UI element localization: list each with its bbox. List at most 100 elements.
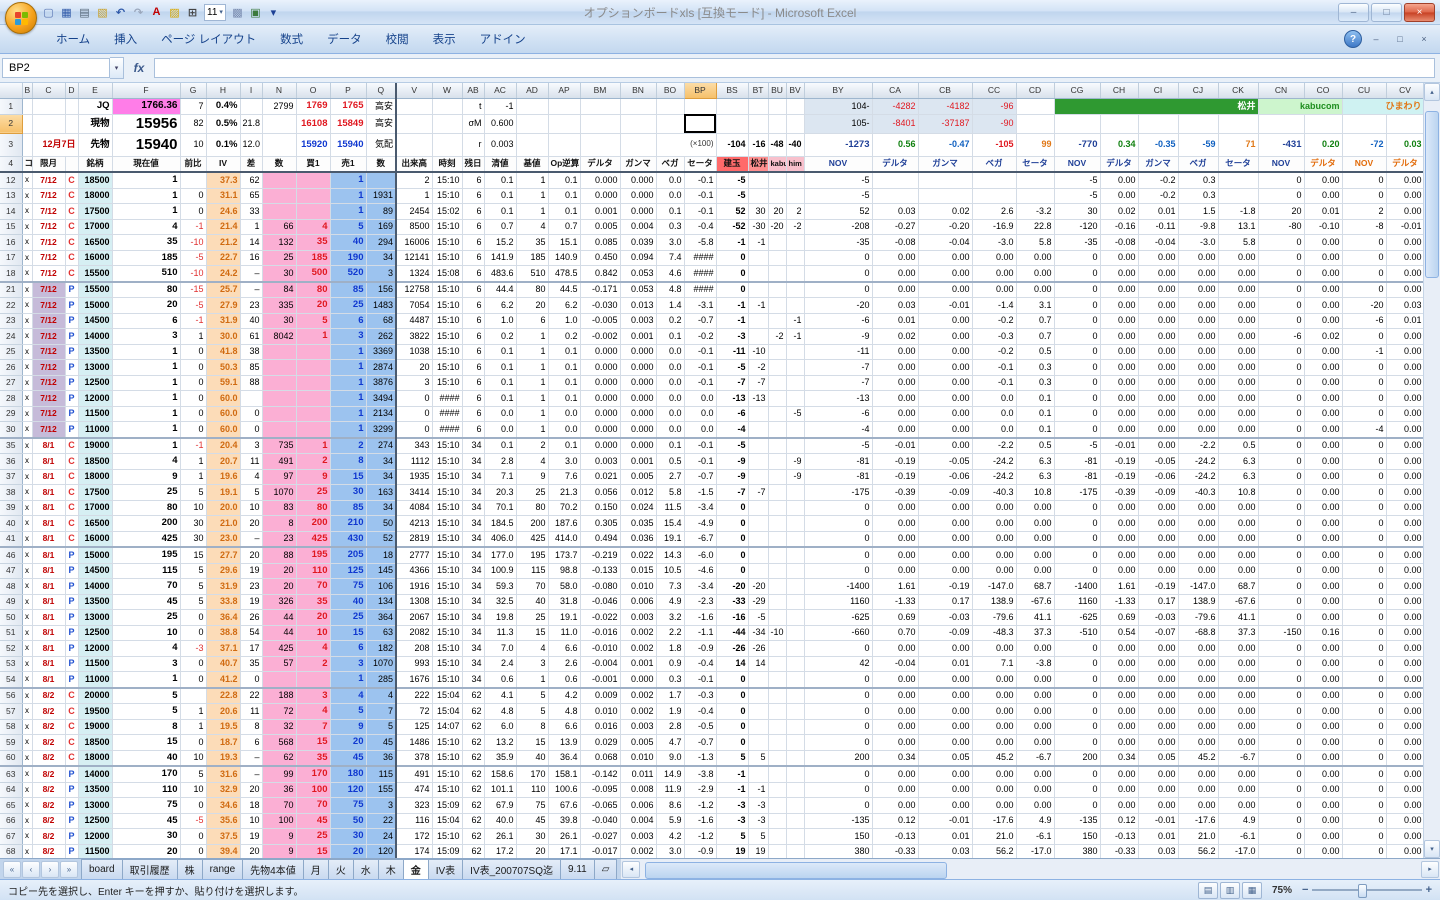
cell-BM36[interactable]: 0.003 bbox=[580, 453, 621, 470]
cell-AP2[interactable] bbox=[548, 114, 581, 134]
cell-BV67[interactable] bbox=[786, 828, 805, 845]
cell-CK65[interactable]: 0.00 bbox=[1218, 797, 1259, 814]
cell-D64[interactable]: P bbox=[65, 782, 79, 798]
cell-B39[interactable]: x bbox=[22, 500, 33, 516]
cell-BP25[interactable]: -0.1 bbox=[684, 344, 717, 360]
cell-B37[interactable]: x bbox=[22, 469, 33, 485]
cell-BV40[interactable] bbox=[786, 515, 805, 532]
cell-AD39[interactable]: 80 bbox=[516, 500, 549, 516]
cell-BN4[interactable]: ガンマ bbox=[620, 156, 657, 173]
cell-AP30[interactable]: 0.0 bbox=[548, 421, 581, 438]
cell-B66[interactable]: x bbox=[22, 813, 33, 829]
cell-CO29[interactable]: 0.00 bbox=[1304, 406, 1343, 422]
cell-CC47[interactable]: 0.00 bbox=[972, 563, 1017, 579]
cell-BP27[interactable]: -0.1 bbox=[684, 375, 717, 391]
ribbon-tab-page-layout[interactable]: ページ レイアウト bbox=[149, 26, 268, 53]
cell-I53[interactable]: 35 bbox=[240, 656, 263, 672]
cell-BO64[interactable]: 11.9 bbox=[656, 782, 685, 798]
cell-N50[interactable]: 44 bbox=[262, 609, 297, 626]
cell-BM38[interactable]: 0.056 bbox=[580, 484, 621, 501]
row-header-52[interactable]: 52 bbox=[0, 640, 23, 657]
col-header-CC[interactable]: CC bbox=[972, 83, 1017, 99]
cell-D58[interactable]: C bbox=[65, 719, 79, 735]
cell-CH63[interactable]: 0.00 bbox=[1100, 765, 1139, 783]
cell-D59[interactable]: C bbox=[65, 734, 79, 751]
cell-AC24[interactable]: 0.2 bbox=[484, 328, 517, 345]
cell-CA39[interactable]: 0.00 bbox=[872, 500, 919, 516]
cell-D28[interactable]: P bbox=[65, 390, 79, 407]
cell-CA25[interactable]: 0.00 bbox=[872, 344, 919, 360]
cell-CU40[interactable]: 0 bbox=[1342, 515, 1387, 532]
cell-D48[interactable]: P bbox=[65, 578, 79, 595]
horizontal-scroll-thumb[interactable] bbox=[645, 861, 948, 879]
cell-AD25[interactable]: 1 bbox=[516, 344, 549, 360]
cell-B15[interactable]: x bbox=[22, 219, 33, 235]
cell-BV13[interactable] bbox=[786, 188, 805, 204]
cell-W36[interactable]: 15:10 bbox=[432, 453, 463, 470]
cell-V13[interactable]: 1 bbox=[396, 188, 433, 204]
cell-CG59[interactable]: 0 bbox=[1054, 734, 1101, 751]
cell-P1[interactable]: 1765 bbox=[330, 98, 367, 115]
cell-BS65[interactable]: -3 bbox=[716, 797, 749, 814]
cell-CJ25[interactable]: 0.00 bbox=[1178, 344, 1219, 360]
cell-CJ17[interactable]: 0.00 bbox=[1178, 250, 1219, 266]
cell-C65[interactable]: 8/2 bbox=[32, 797, 66, 814]
cell-V27[interactable]: 3 bbox=[396, 375, 433, 391]
cell-I67[interactable]: 19 bbox=[240, 828, 263, 845]
cell-BY50[interactable]: -625 bbox=[804, 609, 873, 626]
cell-CK54[interactable]: 0.00 bbox=[1218, 671, 1259, 688]
cell-CV37[interactable]: 0.00 bbox=[1386, 469, 1424, 485]
cell-BS17[interactable]: 0 bbox=[716, 250, 749, 266]
cell-CV26[interactable]: 0.00 bbox=[1386, 359, 1424, 376]
zoom-slider-track[interactable] bbox=[1312, 884, 1422, 898]
cell-CK22[interactable]: 0.00 bbox=[1218, 297, 1259, 314]
cell-CC2[interactable]: -90 bbox=[972, 114, 1017, 134]
col-header-CB[interactable]: CB bbox=[918, 83, 973, 99]
cell-P13[interactable]: 1 bbox=[330, 188, 367, 204]
cell-H66[interactable]: 35.6 bbox=[206, 813, 241, 829]
cell-BP48[interactable]: -3.4 bbox=[684, 578, 717, 595]
cell-W39[interactable]: 15:10 bbox=[432, 500, 463, 516]
cell-CV40[interactable]: 0.00 bbox=[1386, 515, 1424, 532]
cell-P26[interactable]: 1 bbox=[330, 359, 367, 376]
cell-AP46[interactable]: 173.7 bbox=[548, 546, 581, 564]
row-header-47[interactable]: 47 bbox=[0, 563, 23, 579]
cell-CV48[interactable]: 0.00 bbox=[1386, 578, 1424, 595]
cell-C18[interactable]: 7/12 bbox=[32, 265, 66, 282]
cell-P14[interactable]: 1 bbox=[330, 203, 367, 220]
cell-CO12[interactable]: 0.00 bbox=[1304, 172, 1343, 189]
cell-B65[interactable]: x bbox=[22, 797, 33, 814]
cell-AB67[interactable]: 62 bbox=[462, 828, 485, 845]
cell-O25[interactable] bbox=[296, 344, 331, 360]
cell-V16[interactable]: 16006 bbox=[396, 234, 433, 251]
cell-E17[interactable]: 16000 bbox=[78, 250, 113, 266]
cell-N29[interactable] bbox=[262, 406, 297, 422]
cell-CH16[interactable]: -0.08 bbox=[1100, 234, 1139, 251]
cell-G41[interactable]: 30 bbox=[180, 531, 207, 548]
cell-W68[interactable]: 15:09 bbox=[432, 844, 463, 858]
cell-BS51[interactable]: -44 bbox=[716, 625, 749, 641]
cell-Q3[interactable]: 気配 bbox=[366, 133, 397, 157]
cell-D68[interactable]: P bbox=[65, 844, 79, 858]
cell-BU58[interactable] bbox=[768, 719, 787, 735]
cell-CU64[interactable]: 0 bbox=[1342, 782, 1387, 798]
cell-BT49[interactable]: -29 bbox=[748, 594, 769, 610]
cell-E12[interactable]: 18500 bbox=[78, 172, 113, 189]
cell-CB39[interactable]: 0.00 bbox=[918, 500, 973, 516]
cell-BO41[interactable]: 19.1 bbox=[656, 531, 685, 548]
cell-CK51[interactable]: 37.3 bbox=[1218, 625, 1259, 641]
cell-W35[interactable]: 15:10 bbox=[432, 436, 463, 454]
cell-E3[interactable]: 先物 bbox=[78, 133, 113, 157]
formula-input[interactable] bbox=[154, 58, 1435, 78]
col-header-BP[interactable]: BP bbox=[684, 83, 717, 99]
cell-CC46[interactable]: 0.00 bbox=[972, 546, 1017, 564]
cell-BN48[interactable]: 0.010 bbox=[620, 578, 657, 595]
cell-CH3[interactable]: 0.34 bbox=[1100, 133, 1139, 157]
cell-AP23[interactable]: 1.0 bbox=[548, 313, 581, 329]
cell-CU66[interactable]: 0 bbox=[1342, 813, 1387, 829]
cell-E1[interactable]: JQ bbox=[78, 98, 113, 115]
cell-CI47[interactable]: 0.00 bbox=[1138, 563, 1179, 579]
row-header-23[interactable]: 23 bbox=[0, 313, 23, 329]
cell-G1[interactable]: 7 bbox=[180, 98, 207, 115]
cell-CI25[interactable]: 0.00 bbox=[1138, 344, 1179, 360]
